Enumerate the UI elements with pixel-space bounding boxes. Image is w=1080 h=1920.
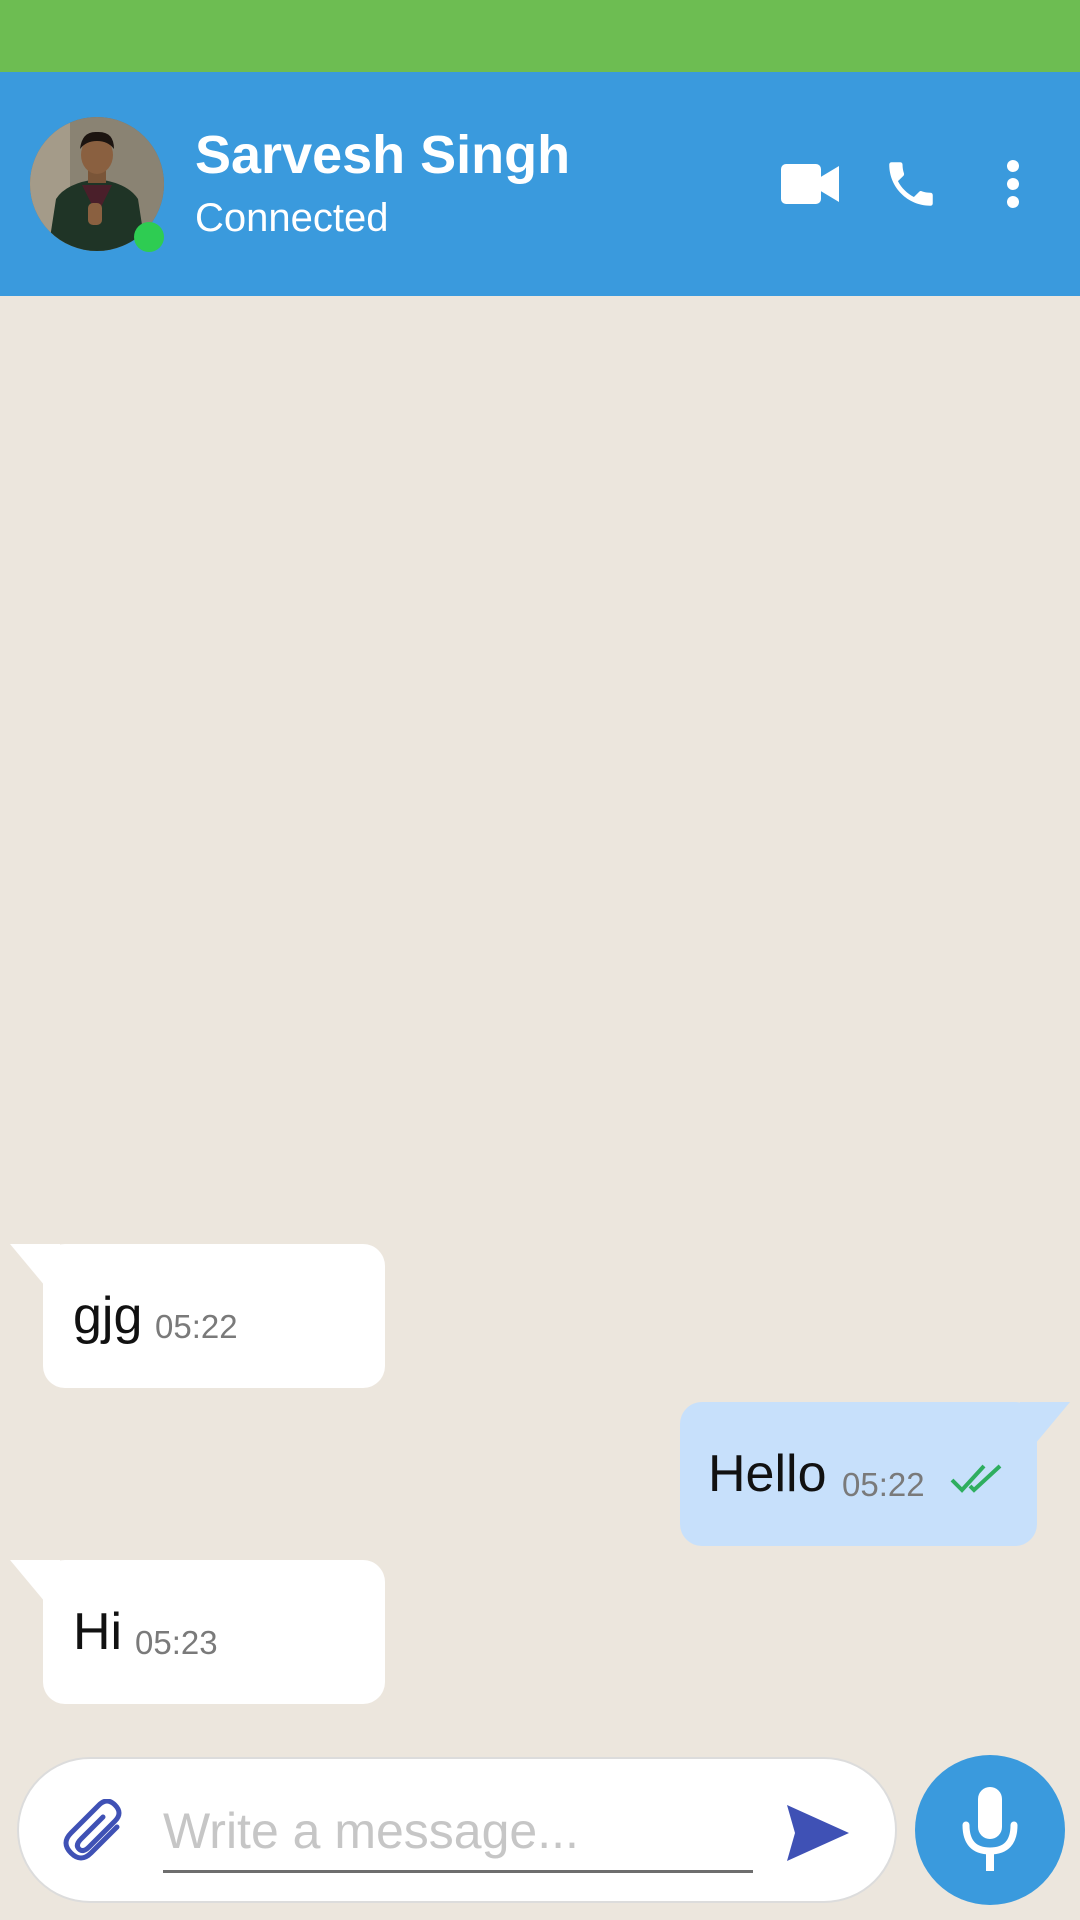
online-indicator — [134, 222, 164, 252]
message-text: gjg — [73, 1287, 143, 1345]
read-double-check-icon — [950, 1464, 1002, 1493]
more-vert-icon[interactable] — [995, 152, 1031, 216]
contact-name[interactable]: Sarvesh Singh — [195, 124, 570, 186]
message-input[interactable] — [163, 1791, 753, 1873]
video-call-icon[interactable] — [780, 152, 840, 216]
message-time: 05:22 — [155, 1308, 238, 1345]
message-composer — [17, 1757, 897, 1903]
status-bar — [0, 0, 1080, 72]
paperclip-icon[interactable] — [61, 1799, 135, 1867]
message-time: 05:23 — [135, 1624, 218, 1661]
chat-header: Sarvesh Singh Connected — [0, 72, 1080, 296]
message-list[interactable]: gjg 05:22 Hello 05:22 Hi 05:23 — [0, 296, 1080, 1756]
microphone-button[interactable] — [915, 1755, 1065, 1905]
message-text: Hello — [708, 1445, 827, 1503]
message-bubble-incoming[interactable]: Hi 05:23 — [43, 1560, 385, 1704]
contact-status: Connected — [195, 196, 389, 240]
message-bubble-incoming[interactable]: gjg 05:22 — [43, 1244, 385, 1388]
microphone-icon — [962, 1787, 1018, 1871]
message-text: Hi — [73, 1603, 123, 1661]
message-time: 05:22 — [842, 1466, 925, 1503]
send-icon[interactable] — [787, 1805, 849, 1861]
phone-call-icon[interactable] — [880, 152, 942, 216]
message-bubble-outgoing[interactable]: Hello 05:22 — [680, 1402, 1037, 1546]
